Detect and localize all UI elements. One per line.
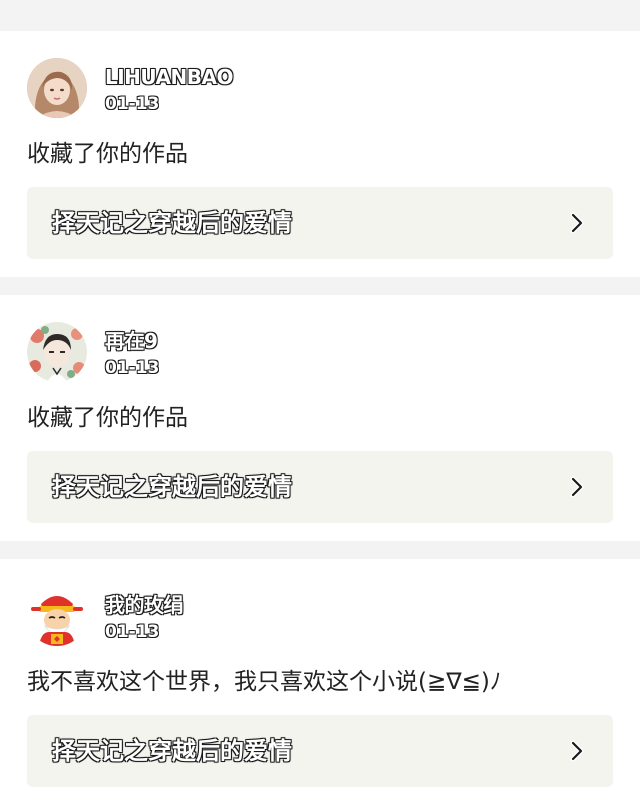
chevron-right-icon <box>570 476 584 498</box>
work-title: 择天记之穿越后的爱情 <box>52 209 292 237</box>
notification-date: 01-13 <box>105 94 160 114</box>
username[interactable]: 我的玫绢 <box>105 593 184 617</box>
notification-message: 收藏了你的作品 <box>27 405 188 431</box>
work-title: 择天记之穿越后的爱情 <box>52 737 292 765</box>
notification-message: 我不喜欢这个世界，我只喜欢这个小说(≧∇≦)ﾉ <box>27 669 502 695</box>
username[interactable]: LIHUANBAO <box>105 65 234 89</box>
username[interactable]: 再在9 <box>105 329 158 353</box>
chevron-right-icon <box>570 740 584 762</box>
chevron-right-icon <box>570 212 584 234</box>
notification-card: 我的玫绢 01-13 我不喜欢这个世界，我只喜欢这个小说(≧∇≦)ﾉ 择天记之穿… <box>0 559 640 796</box>
work-link[interactable]: 择天记之穿越后的爱情 <box>27 451 613 523</box>
avatar[interactable] <box>27 322 87 382</box>
work-link[interactable]: 择天记之穿越后的爱情 <box>27 187 613 259</box>
notification-message: 收藏了你的作品 <box>27 141 188 167</box>
anime-boy-flowers-icon <box>27 322 87 382</box>
girl-portrait-icon <box>27 58 87 118</box>
notification-date: 01-13 <box>105 622 160 642</box>
avatar[interactable] <box>27 58 87 118</box>
god-of-wealth-icon <box>27 586 87 646</box>
work-title: 择天记之穿越后的爱情 <box>52 473 292 501</box>
notification-card: LIHUANBAO 01-13 收藏了你的作品 择天记之穿越后的爱情 <box>0 31 640 277</box>
avatar[interactable] <box>27 586 87 646</box>
notification-card: 再在9 01-13 收藏了你的作品 择天记之穿越后的爱情 <box>0 295 640 541</box>
notification-feed: LIHUANBAO 01-13 收藏了你的作品 择天记之穿越后的爱情 再在9 0… <box>0 0 640 796</box>
work-link[interactable]: 择天记之穿越后的爱情 <box>27 715 613 787</box>
notification-date: 01-13 <box>105 358 160 378</box>
